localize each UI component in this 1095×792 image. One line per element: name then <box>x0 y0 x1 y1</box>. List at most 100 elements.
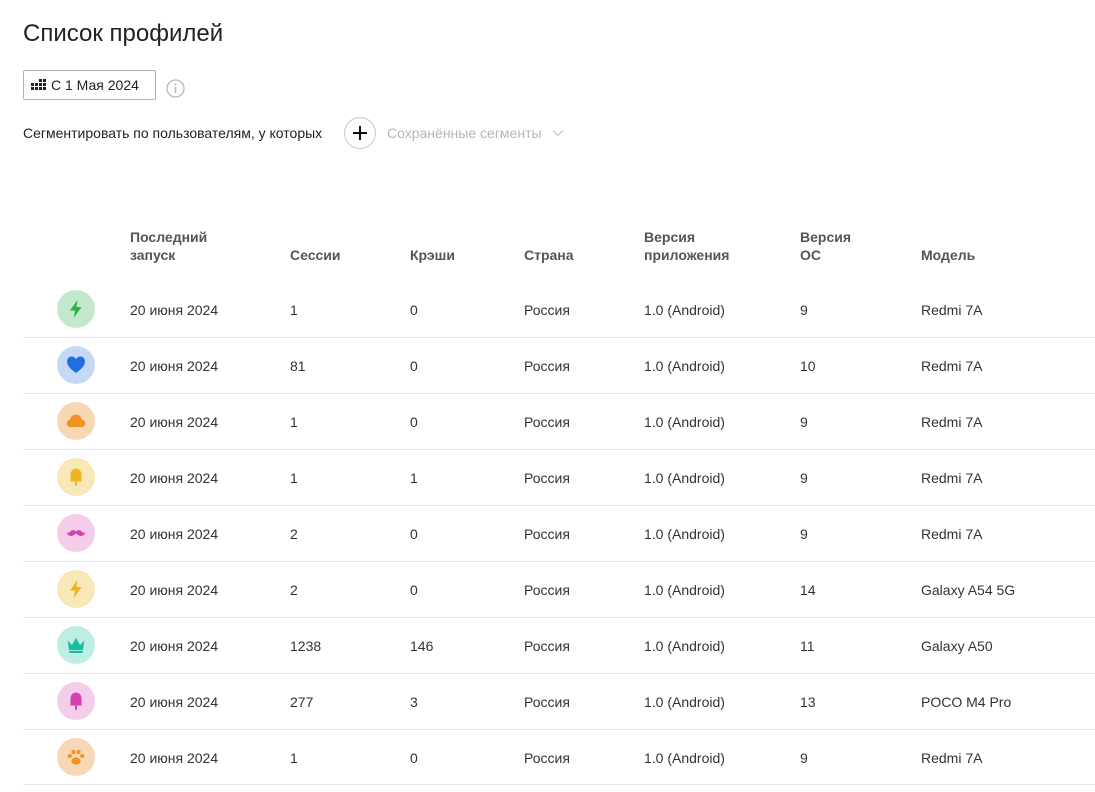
table-row[interactable]: 20 июня 2024 1 0 Россия 1.0 (Android) 9 Redmi … <box>23 394 1095 450</box>
cell-app-version: 1.0 (Android) <box>644 358 725 374</box>
lightning-icon <box>70 300 82 318</box>
avatar <box>57 570 95 608</box>
segment-label: Сегментировать по пользователям, у котор… <box>23 125 323 141</box>
table-header: Последний запуск Сессии Крэши Страна Верс… <box>23 226 1095 282</box>
saved-segments-dropdown[interactable]: Сохранённые сегменты <box>387 124 564 142</box>
cell-last-launch: 20 июня 2024 <box>130 526 219 542</box>
cell-last-launch: 20 июня 2024 <box>130 694 219 710</box>
cell-country: Россия <box>524 470 570 486</box>
cell-country: Россия <box>524 526 570 542</box>
header-app-version[interactable]: Версия приложения <box>644 226 729 264</box>
cell-os-version: 9 <box>800 750 808 766</box>
cell-model: Redmi 7A <box>921 414 983 430</box>
saved-segments-label: Сохранённые сегменты <box>387 125 542 141</box>
cell-os-version: 14 <box>800 582 816 598</box>
cell-model: Redmi 7A <box>921 750 983 766</box>
header-last-launch[interactable]: Последний запуск <box>130 226 207 264</box>
cell-country: Россия <box>524 358 570 374</box>
table-row[interactable]: 20 июня 2024 81 0 Россия 1.0 (Android) 10 Redm… <box>23 338 1095 394</box>
table-row[interactable]: 20 июня 2024 277 3 Россия 1.0 (Android) 13 POC… <box>23 674 1095 730</box>
cell-country: Россия <box>524 750 570 766</box>
cell-sessions: 1 <box>290 750 298 766</box>
cell-model: Redmi 7A <box>921 302 983 318</box>
cell-os-version: 10 <box>800 358 816 374</box>
cell-model: POCO M4 Pro <box>921 694 1012 710</box>
header-sessions[interactable]: Сессии <box>290 226 341 264</box>
avatar <box>57 682 95 720</box>
cell-country: Россия <box>524 582 570 598</box>
cell-crashes: 0 <box>410 358 418 374</box>
avatar <box>57 402 95 440</box>
calendar-icon <box>31 78 46 90</box>
cell-last-launch: 20 июня 2024 <box>130 414 219 430</box>
crown-icon <box>67 638 85 653</box>
cell-country: Россия <box>524 414 570 430</box>
avatar <box>57 514 95 552</box>
cell-os-version: 9 <box>800 302 808 318</box>
cell-sessions: 1 <box>290 414 298 430</box>
table-row[interactable]: 20 июня 2024 1 0 Россия 1.0 (Android) 9 Redmi … <box>23 282 1095 338</box>
info-icon[interactable] <box>166 79 185 98</box>
cell-app-version: 1.0 (Android) <box>644 694 725 710</box>
cell-app-version: 1.0 (Android) <box>644 750 725 766</box>
cell-last-launch: 20 июня 2024 <box>130 638 219 654</box>
header-country[interactable]: Страна <box>524 226 574 264</box>
cell-crashes: 0 <box>410 302 418 318</box>
cell-model: Redmi 7A <box>921 358 983 374</box>
header-model[interactable]: Модель <box>921 226 975 264</box>
cell-app-version: 1.0 (Android) <box>644 526 725 542</box>
cell-model: Galaxy A50 <box>921 638 993 654</box>
cell-sessions: 277 <box>290 694 314 710</box>
cell-crashes: 0 <box>410 414 418 430</box>
cell-sessions: 81 <box>290 358 306 374</box>
cell-country: Россия <box>524 694 570 710</box>
cell-sessions: 2 <box>290 526 298 542</box>
cell-last-launch: 20 июня 2024 <box>130 470 219 486</box>
cell-app-version: 1.0 (Android) <box>644 582 725 598</box>
cell-crashes: 0 <box>410 582 418 598</box>
add-segment-button[interactable] <box>344 117 376 149</box>
paw-icon <box>67 749 85 765</box>
chevron-down-icon <box>552 130 564 137</box>
cell-country: Россия <box>524 638 570 654</box>
cell-sessions: 1 <box>290 302 298 318</box>
heart-icon <box>67 356 85 373</box>
avatar <box>57 626 95 664</box>
table-row[interactable]: 20 июня 2024 2 0 Россия 1.0 (Android) 9 Redmi … <box>23 506 1095 562</box>
table-row[interactable]: 20 июня 2024 1 1 Россия 1.0 (Android) 9 Redmi … <box>23 450 1095 506</box>
date-range-button[interactable]: С 1 Мая 2024 <box>23 70 156 100</box>
cell-last-launch: 20 июня 2024 <box>130 582 219 598</box>
cell-os-version: 9 <box>800 414 808 430</box>
cell-crashes: 0 <box>410 750 418 766</box>
cell-crashes: 3 <box>410 694 418 710</box>
header-os-version[interactable]: Версия ОС <box>800 226 851 264</box>
popsicle-icon <box>70 692 82 710</box>
date-range-label: С 1 Мая 2024 <box>51 77 139 93</box>
cell-model: Redmi 7A <box>921 526 983 542</box>
popsicle-icon <box>70 468 82 486</box>
cell-os-version: 9 <box>800 526 808 542</box>
cell-app-version: 1.0 (Android) <box>644 470 725 486</box>
mustache-icon <box>66 530 86 536</box>
avatar <box>57 458 95 496</box>
cell-os-version: 11 <box>800 638 815 654</box>
cell-sessions: 2 <box>290 582 298 598</box>
cell-model: Galaxy A54 5G <box>921 582 1016 598</box>
cell-crashes: 1 <box>410 470 418 486</box>
cell-model: Redmi 7A <box>921 470 983 486</box>
cell-app-version: 1.0 (Android) <box>644 414 725 430</box>
table-row[interactable]: 20 июня 2024 1 0 Россия 1.0 (Android) 9 Redmi … <box>23 730 1095 785</box>
cell-os-version: 13 <box>800 694 816 710</box>
cell-app-version: 1.0 (Android) <box>644 302 725 318</box>
cell-os-version: 9 <box>800 470 808 486</box>
table-row[interactable]: 20 июня 2024 1238 146 Россия 1.0 (Android) 11… <box>23 618 1095 674</box>
avatar <box>57 346 95 384</box>
cell-country: Россия <box>524 302 570 318</box>
avatar <box>57 290 95 328</box>
cell-app-version: 1.0 (Android) <box>644 638 725 654</box>
header-crashes[interactable]: Крэши <box>410 226 455 264</box>
cell-last-launch: 20 июня 2024 <box>130 750 219 766</box>
table-body: 20 июня 2024 1 0 Россия 1.0 (Android) 9 Redmi … <box>23 282 1095 785</box>
table-row[interactable]: 20 июня 2024 2 0 Россия 1.0 (Android) 14 Galax… <box>23 562 1095 618</box>
cell-sessions: 1238 <box>290 638 322 654</box>
